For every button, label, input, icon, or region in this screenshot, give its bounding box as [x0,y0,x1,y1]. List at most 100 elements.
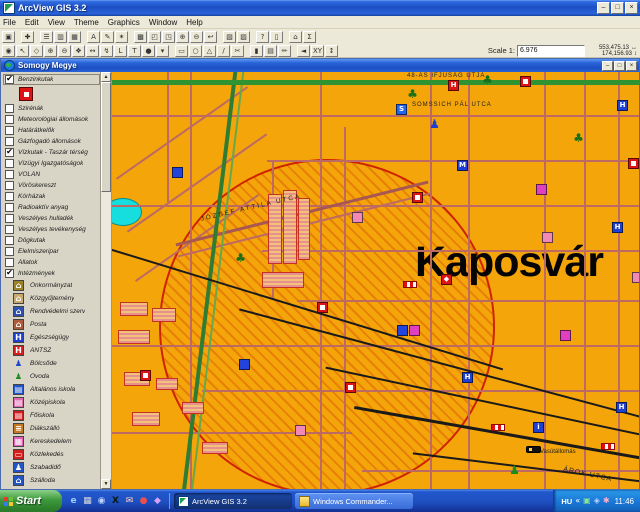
select-circle-tool[interactable]: ○ [189,45,202,57]
legend-class[interactable]: ⌂Rendvédelmi szerv [3,305,100,318]
start-button[interactable]: Start [0,490,62,512]
add-theme-button[interactable]: ✚ [21,31,34,43]
view-close-button[interactable]: × [626,61,637,71]
help-button[interactable]: ? [256,31,269,43]
theme-checkbox[interactable] [5,126,14,135]
draw-point-tool[interactable]: ● [142,45,155,57]
home-button[interactable]: ⌂ [289,31,302,43]
draw-dropdown[interactable]: ▾ [156,45,169,57]
select-polygon-tool[interactable]: △ [203,45,216,57]
legend-theme[interactable]: Gázfogadó állomások [3,136,100,147]
statistics-button[interactable]: Σ [303,31,316,43]
taskbar-task-folder[interactable]: Windows Commander... [295,493,413,509]
titlebar[interactable]: ArcView GIS 3.2 – □ × [0,0,640,16]
legend-class[interactable]: ≡Diákszálló [3,422,100,435]
legend-scrollbar[interactable]: ▲ ▼ [101,72,112,489]
previous-extent-button[interactable]: ◄ [297,45,310,57]
legend-class[interactable]: ♟Óvoda [3,370,100,383]
scrollbar-up-button[interactable]: ▲ [101,72,111,82]
chart-tool[interactable]: ▮ [250,45,263,57]
pan-tool[interactable]: ❖ [72,45,85,57]
theme-checkbox[interactable] [5,247,14,256]
theme-checkbox[interactable] [5,236,14,245]
media-player-icon[interactable]: ◉ [96,496,107,507]
find-button[interactable]: A [87,31,100,43]
locate-address-button[interactable]: ✎ [101,31,114,43]
menu-window[interactable]: Window [149,18,177,27]
volume-icon[interactable]: ◈ [594,496,600,506]
select-rect-tool[interactable]: ▭ [175,45,188,57]
scale-input[interactable]: 6.976 [517,45,585,57]
map-canvas[interactable]: Kaposvár 48-AS IFJÚSÁG ÚTJASOMSSICH PÁL … [112,72,639,489]
zoom-out-button[interactable]: ⊖ [190,31,203,43]
zoom-previous-button[interactable]: ↩ [204,31,217,43]
layout-tool[interactable]: ▤ [264,45,277,57]
measure-tool[interactable]: ↔ [86,45,99,57]
theme-checkbox[interactable] [5,225,14,234]
theme-checkbox[interactable]: ✔ [5,269,14,278]
theme-checkbox[interactable]: ✔ [5,75,14,84]
menu-view[interactable]: View [48,18,65,27]
legend-class[interactable]: ♟Bölcsőde [3,357,100,370]
language-indicator[interactable]: HU [561,497,572,506]
theme-checkbox[interactable] [5,159,14,168]
legend-class[interactable]: ⌂Szálloda [3,474,100,487]
text-tool[interactable]: T [128,45,141,57]
legend-theme[interactable]: ✔Vízkutak - Taszár térség [3,147,100,158]
legend-theme[interactable]: ✔Benzinkutak [3,74,100,85]
view-maximize-button[interactable]: □ [614,61,625,71]
legend-theme[interactable]: VOLÁN [3,169,100,180]
legend-theme[interactable]: Veszélyes hulladék [3,213,100,224]
script-tool[interactable]: ✏ [278,45,291,57]
legend-class[interactable]: HÁNTSZ [3,344,100,357]
save-project-button[interactable]: ▣ [2,31,15,43]
theme-checkbox[interactable] [5,203,14,212]
antivirus-icon[interactable]: ▣ [583,496,591,506]
legend-class[interactable]: ⌂Közgyűjtemény [3,292,100,305]
legend-theme[interactable]: ✔Intézmények [3,268,100,279]
taskbar-task-arcview[interactable]: ArcView GIS 3.2 [174,493,292,509]
menu-graphics[interactable]: Graphics [108,18,140,27]
label-tool[interactable]: L [114,45,127,57]
acrobat-icon[interactable]: ◆ [152,496,163,507]
legend-theme[interactable]: Szirénák [3,103,100,114]
messenger-icon[interactable]: ✱ [603,496,610,506]
theme-checkbox[interactable] [5,258,14,267]
ie-icon[interactable]: e [68,496,79,507]
zoom-in-tool[interactable]: ⊕ [44,45,57,57]
open-theme-table-button[interactable]: ▦ [68,31,81,43]
legend-class[interactable]: HEgészségügy [3,331,100,344]
launch-button[interactable]: ▯ [270,31,283,43]
legend-class[interactable]: ▤Általános iskola [3,383,100,396]
maximize-button[interactable]: □ [611,2,624,14]
identify-tool[interactable]: ◉ [2,45,15,57]
view-titlebar[interactable]: Somogy Megye – □ × [1,59,639,72]
legend-class[interactable]: ⌂Posta [3,318,100,331]
mail-icon[interactable]: ✉ [124,496,135,507]
legend-theme[interactable]: Állatok [3,257,100,268]
legend-theme[interactable]: Határátkelők [3,125,100,136]
erase-tool[interactable]: ✂ [231,45,244,57]
legend-theme[interactable]: Élelmiszeripar [3,246,100,257]
legend-class[interactable]: ▤Főiskola [3,409,100,422]
updown-tool[interactable]: ↕ [325,45,338,57]
edit-legend-button[interactable]: ▥ [54,31,67,43]
menu-theme[interactable]: Theme [74,18,99,27]
select-features-button[interactable]: ▧ [223,31,236,43]
query-builder-button[interactable]: ✶ [115,31,128,43]
hide-icons-chevron[interactable]: « [575,496,580,506]
theme-properties-button[interactable]: ☰ [40,31,53,43]
legend-theme[interactable]: Vízügyi Igazgatóságok [3,158,100,169]
draw-line-tool[interactable]: / [217,45,230,57]
legend-class[interactable]: ⌂Önkormányzat [3,279,100,292]
legend-class[interactable]: ♟Szabadidő [3,461,100,474]
close-button[interactable]: × [625,2,638,14]
legend-class[interactable]: ▤Középiskola [3,396,100,409]
legend-theme[interactable]: Kórházak [3,191,100,202]
legend-theme[interactable]: Veszélyes tevékenység [3,224,100,235]
legend-class[interactable]: ▭Közlekedés [3,448,100,461]
legend-theme[interactable]: Meteorológiai állomások [3,114,100,125]
minimize-button[interactable]: – [597,2,610,14]
legend-theme[interactable]: Dögkutak [3,235,100,246]
zoom-active-theme-button[interactable]: ◰ [148,31,161,43]
